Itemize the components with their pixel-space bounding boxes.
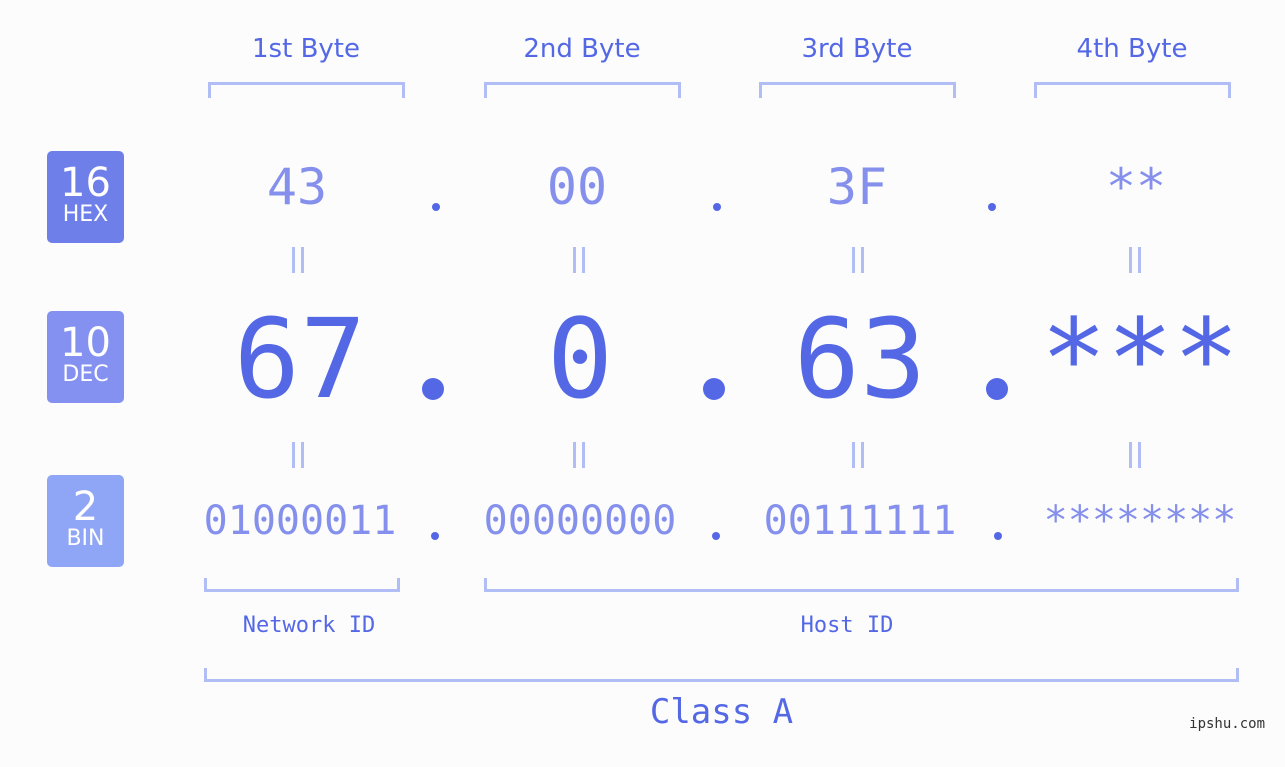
- host-id-bracket: [484, 578, 1239, 592]
- class-label: Class A: [649, 692, 794, 732]
- bin-base: 2: [72, 484, 99, 530]
- dec-base: 10: [60, 320, 111, 366]
- bracket-byte-1: [208, 82, 405, 98]
- dec-byte-4: ***: [1040, 295, 1240, 423]
- bracket-byte-3: [759, 82, 956, 98]
- header-byte-4: 4th Byte: [1076, 34, 1188, 64]
- network-id-label: Network ID: [242, 613, 376, 638]
- hex-byte-4: **: [1105, 158, 1167, 216]
- bin-badge: 2 BIN: [47, 475, 124, 567]
- bin-byte-4: ********: [1043, 498, 1237, 544]
- equals-icon: [573, 442, 585, 468]
- bin-byte-1: 01000011: [203, 498, 397, 544]
- hex-byte-1: 43: [266, 158, 328, 216]
- dec-badge: 10 DEC: [47, 311, 124, 403]
- equals-icon: [292, 442, 304, 468]
- network-id-bracket: [204, 578, 400, 592]
- header-byte-1: 1st Byte: [252, 34, 360, 64]
- equals-icon: [1129, 442, 1141, 468]
- hex-byte-2: 00: [546, 158, 608, 216]
- equals-icon: [1129, 247, 1141, 273]
- dec-separator-2: [703, 378, 725, 400]
- class-bracket: [204, 668, 1239, 682]
- bracket-byte-2: [484, 82, 681, 98]
- watermark: ipshu.com: [1189, 716, 1265, 732]
- equals-icon: [292, 247, 304, 273]
- dec-label: DEC: [62, 362, 109, 387]
- bin-separator-1: [431, 532, 439, 540]
- hex-separator-3: [988, 203, 996, 211]
- dec-byte-1: 67: [233, 295, 367, 423]
- hex-separator-1: [432, 203, 440, 211]
- header-byte-3: 3rd Byte: [801, 34, 913, 64]
- equals-icon: [573, 247, 585, 273]
- hex-base: 16: [60, 160, 111, 206]
- dec-separator-1: [422, 378, 444, 400]
- bin-separator-2: [712, 532, 720, 540]
- dec-byte-2: 0: [546, 295, 614, 423]
- equals-icon: [852, 247, 864, 273]
- hex-separator-2: [713, 203, 721, 211]
- header-byte-2: 2nd Byte: [523, 34, 641, 64]
- dec-separator-3: [986, 378, 1008, 400]
- hex-label: HEX: [62, 202, 109, 227]
- equals-icon: [852, 442, 864, 468]
- host-id-label: Host ID: [800, 613, 894, 638]
- bin-byte-2: 00000000: [483, 498, 677, 544]
- bracket-byte-4: [1034, 82, 1231, 98]
- bin-separator-3: [994, 532, 1002, 540]
- bin-label: BIN: [66, 526, 105, 551]
- hex-badge: 16 HEX: [47, 151, 124, 243]
- bin-byte-3: 00111111: [763, 498, 957, 544]
- hex-byte-3: 3F: [826, 158, 888, 216]
- dec-byte-3: 63: [793, 295, 927, 423]
